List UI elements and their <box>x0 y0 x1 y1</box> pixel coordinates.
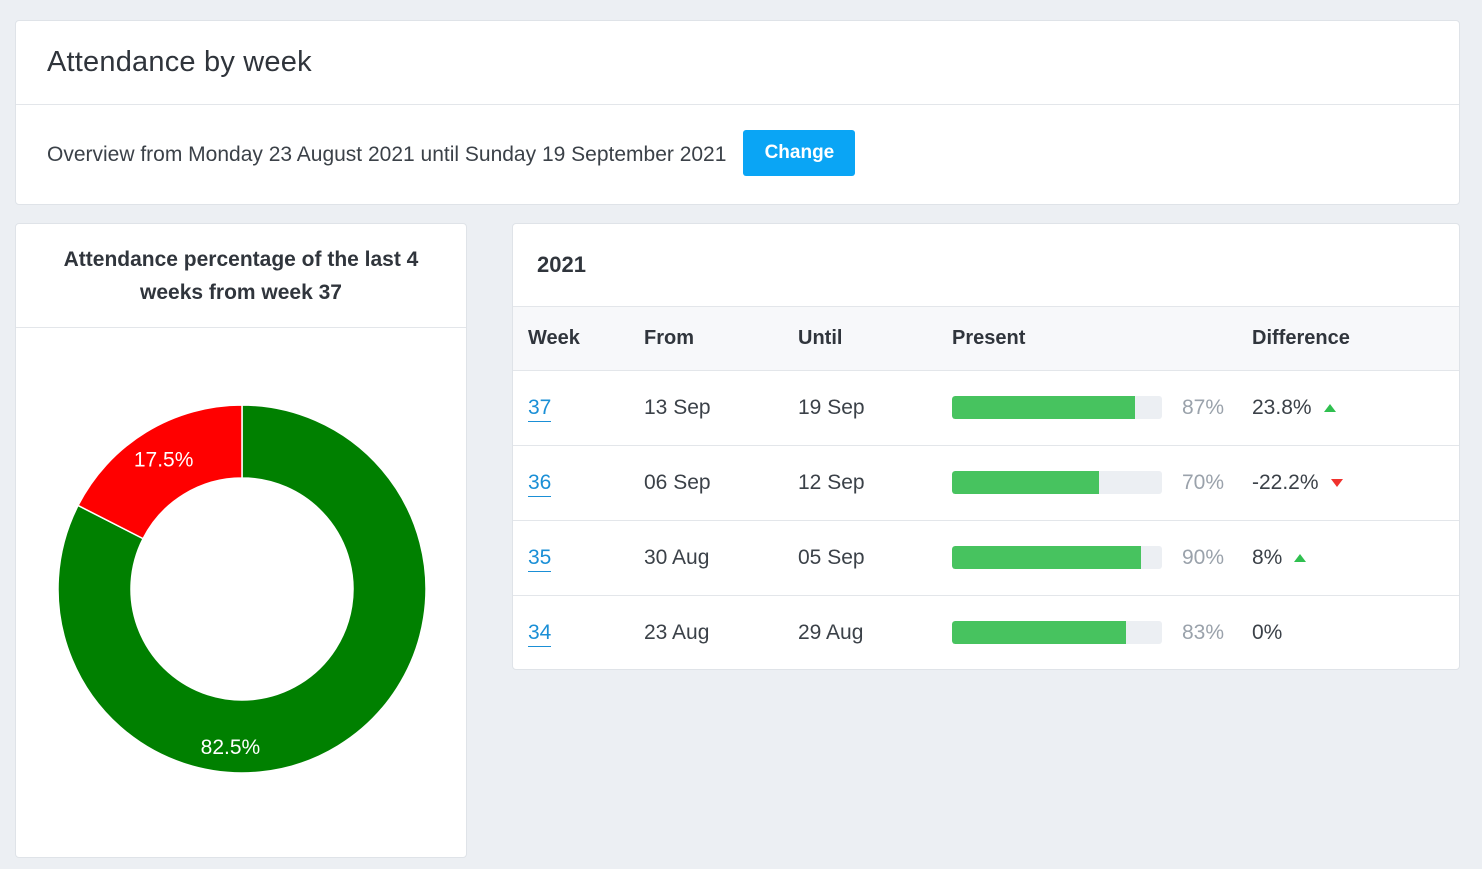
attendance-table: Week From Until Present Difference 37 13… <box>513 307 1459 670</box>
present-wrap: 87% <box>952 396 1252 420</box>
present-percent: 87% <box>1181 395 1224 419</box>
donut-label-absent: 17.5% <box>134 449 194 472</box>
overview-text: Overview from Monday 23 August 2021 unti… <box>47 142 727 166</box>
from-cell: 30 Aug <box>644 545 710 569</box>
week-cell: 35 <box>513 520 644 595</box>
column-header-week: Week <box>513 307 644 371</box>
header-card: Attendance by week Overview from Monday … <box>15 20 1460 205</box>
weekly-table-card: 2021 Week From Until Present Difference … <box>512 223 1460 670</box>
from-cell: 23 Aug <box>644 620 710 644</box>
week-link[interactable]: 36 <box>528 470 552 497</box>
attendance-donut-chart: 82.5% 17.5% <box>57 404 427 774</box>
column-header-present: Present <box>952 307 1252 371</box>
page-title: Attendance by week <box>47 46 312 78</box>
until-cell: 05 Sep <box>798 545 865 569</box>
week-link[interactable]: 35 <box>528 545 552 572</box>
table-row: 36 06 Sep 12 Sep 70% -22.2% <box>513 445 1459 520</box>
from-cell: 13 Sep <box>644 395 711 419</box>
until-cell: 12 Sep <box>798 470 865 494</box>
present-bar-fill <box>952 621 1127 645</box>
arrow-down-icon <box>1330 478 1343 487</box>
present-bar-fill <box>952 546 1141 569</box>
present-cell: 83% <box>952 595 1252 670</box>
difference-value: 23.8% <box>1252 395 1312 419</box>
table-row: 37 13 Sep 19 Sep 87% 23.8% <box>513 370 1459 445</box>
title-row: Attendance by week <box>16 21 1459 105</box>
difference-value: -22.2% <box>1252 470 1319 494</box>
difference-value: 0% <box>1252 620 1283 644</box>
difference-value: 8% <box>1252 545 1283 569</box>
arrow-up-icon <box>1323 403 1336 412</box>
present-cell: 90% <box>952 520 1252 595</box>
difference-wrap: -22.2% <box>1252 471 1459 495</box>
present-wrap: 83% <box>952 621 1252 645</box>
week-cell: 36 <box>513 445 644 520</box>
present-percent: 90% <box>1181 545 1224 569</box>
column-header-until: Until <box>798 307 952 371</box>
table-row: 34 23 Aug 29 Aug 83% 0% <box>513 595 1459 670</box>
difference-cell: 0% <box>1252 595 1459 670</box>
arrow-up-icon <box>1294 553 1307 562</box>
present-cell: 70% <box>952 445 1252 520</box>
until-cell: 29 Aug <box>798 620 864 644</box>
present-bar <box>952 546 1162 569</box>
present-wrap: 70% <box>952 471 1252 495</box>
difference-wrap: 23.8% <box>1252 396 1459 420</box>
present-percent: 70% <box>1181 470 1224 494</box>
difference-wrap: 8% <box>1252 546 1459 570</box>
table-row: 35 30 Aug 05 Sep 90% 8% <box>513 520 1459 595</box>
week-link[interactable]: 37 <box>528 395 552 422</box>
present-cell: 87% <box>952 370 1252 445</box>
column-header-difference: Difference <box>1252 307 1459 371</box>
until-cell: 19 Sep <box>798 395 865 419</box>
difference-wrap: 0% <box>1252 621 1459 645</box>
present-bar-fill <box>952 396 1135 419</box>
table-header-row: Week From Until Present Difference <box>513 307 1459 371</box>
donut-label-present: 82.5% <box>201 736 261 759</box>
present-wrap: 90% <box>952 546 1252 570</box>
overview-row: Overview from Monday 23 August 2021 unti… <box>16 105 1459 204</box>
chart-header: Attendance percentage of the last 4 week… <box>16 224 466 328</box>
present-percent: 83% <box>1181 620 1224 644</box>
week-cell: 37 <box>513 370 644 445</box>
from-cell: 06 Sep <box>644 470 711 494</box>
year-label: 2021 <box>537 252 586 277</box>
change-button[interactable]: Change <box>743 129 856 176</box>
week-cell: 34 <box>513 595 644 670</box>
present-bar-fill <box>952 471 1099 494</box>
column-header-from: From <box>644 307 798 371</box>
difference-cell: 23.8% <box>1252 370 1459 445</box>
attendance-chart-card: Attendance percentage of the last 4 week… <box>15 223 467 858</box>
week-link[interactable]: 34 <box>528 620 552 647</box>
difference-cell: 8% <box>1252 520 1459 595</box>
present-bar <box>952 396 1162 419</box>
difference-cell: -22.2% <box>1252 445 1459 520</box>
present-bar <box>952 471 1162 494</box>
present-bar <box>952 621 1162 645</box>
chart-title: Attendance percentage of the last 4 week… <box>63 247 419 304</box>
year-row: 2021 <box>513 224 1459 307</box>
donut-slice-absent <box>77 404 243 540</box>
